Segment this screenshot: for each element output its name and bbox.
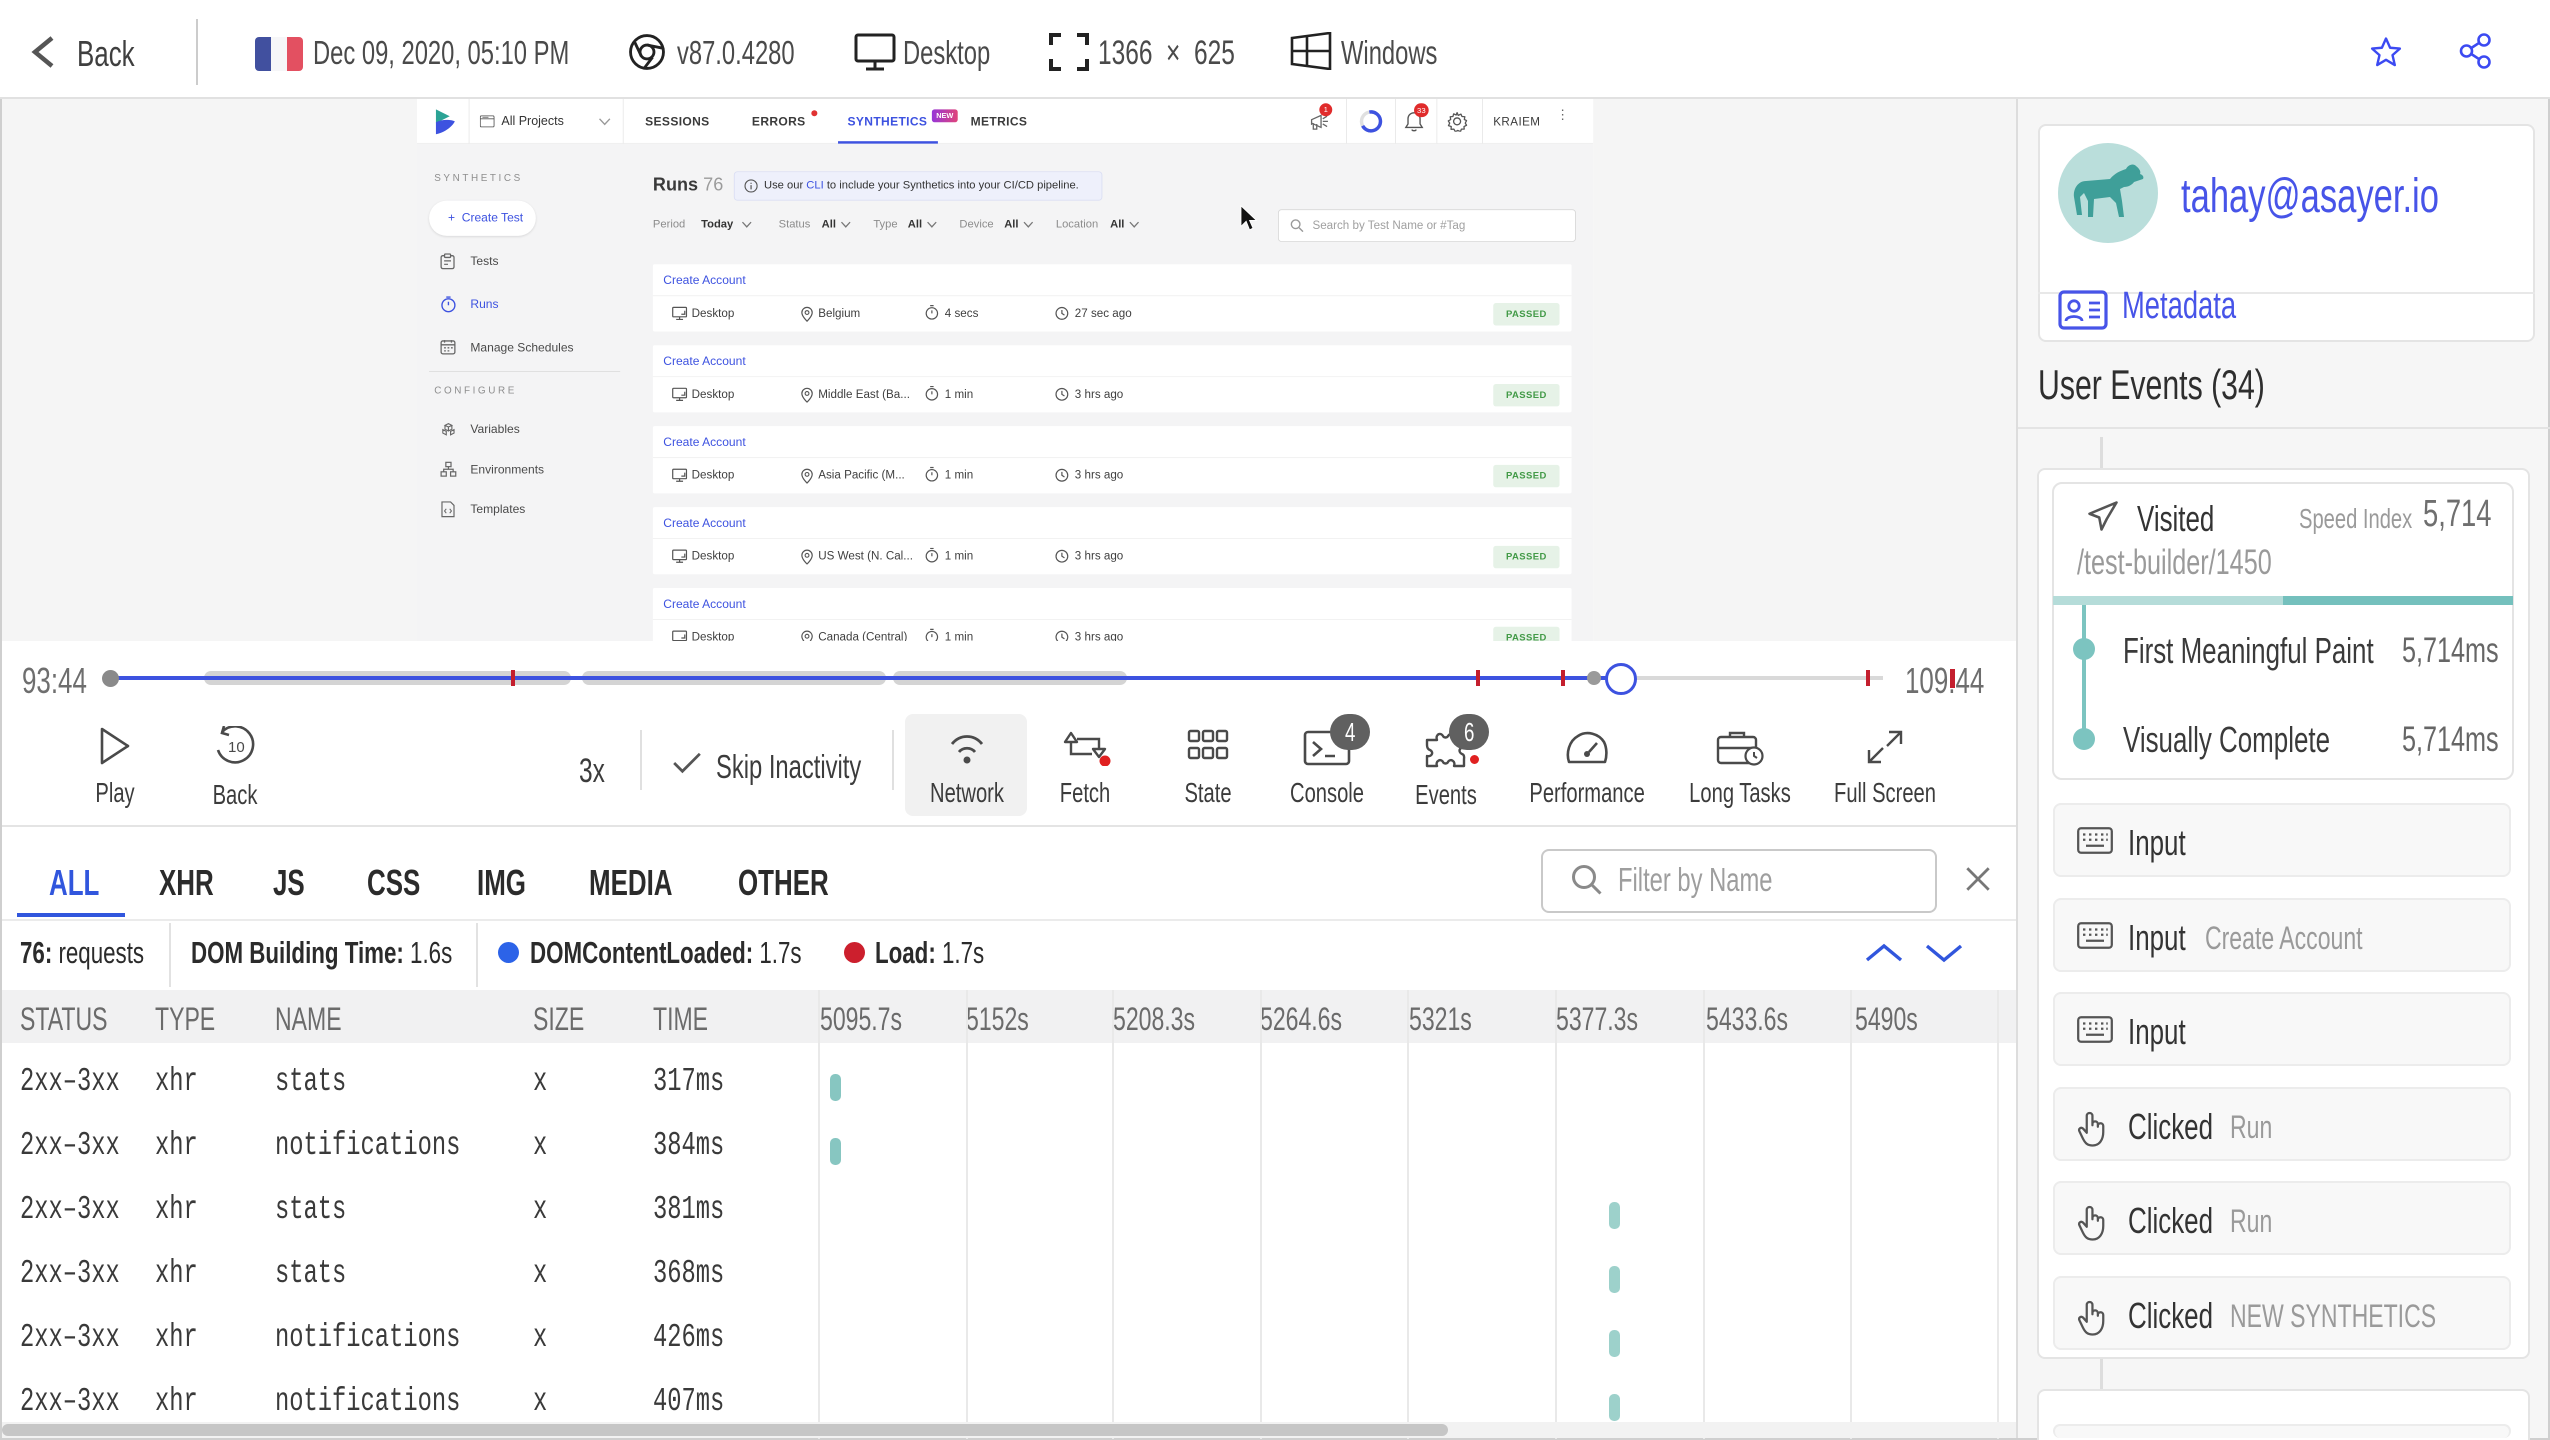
svg-text:10: 10: [228, 739, 245, 756]
